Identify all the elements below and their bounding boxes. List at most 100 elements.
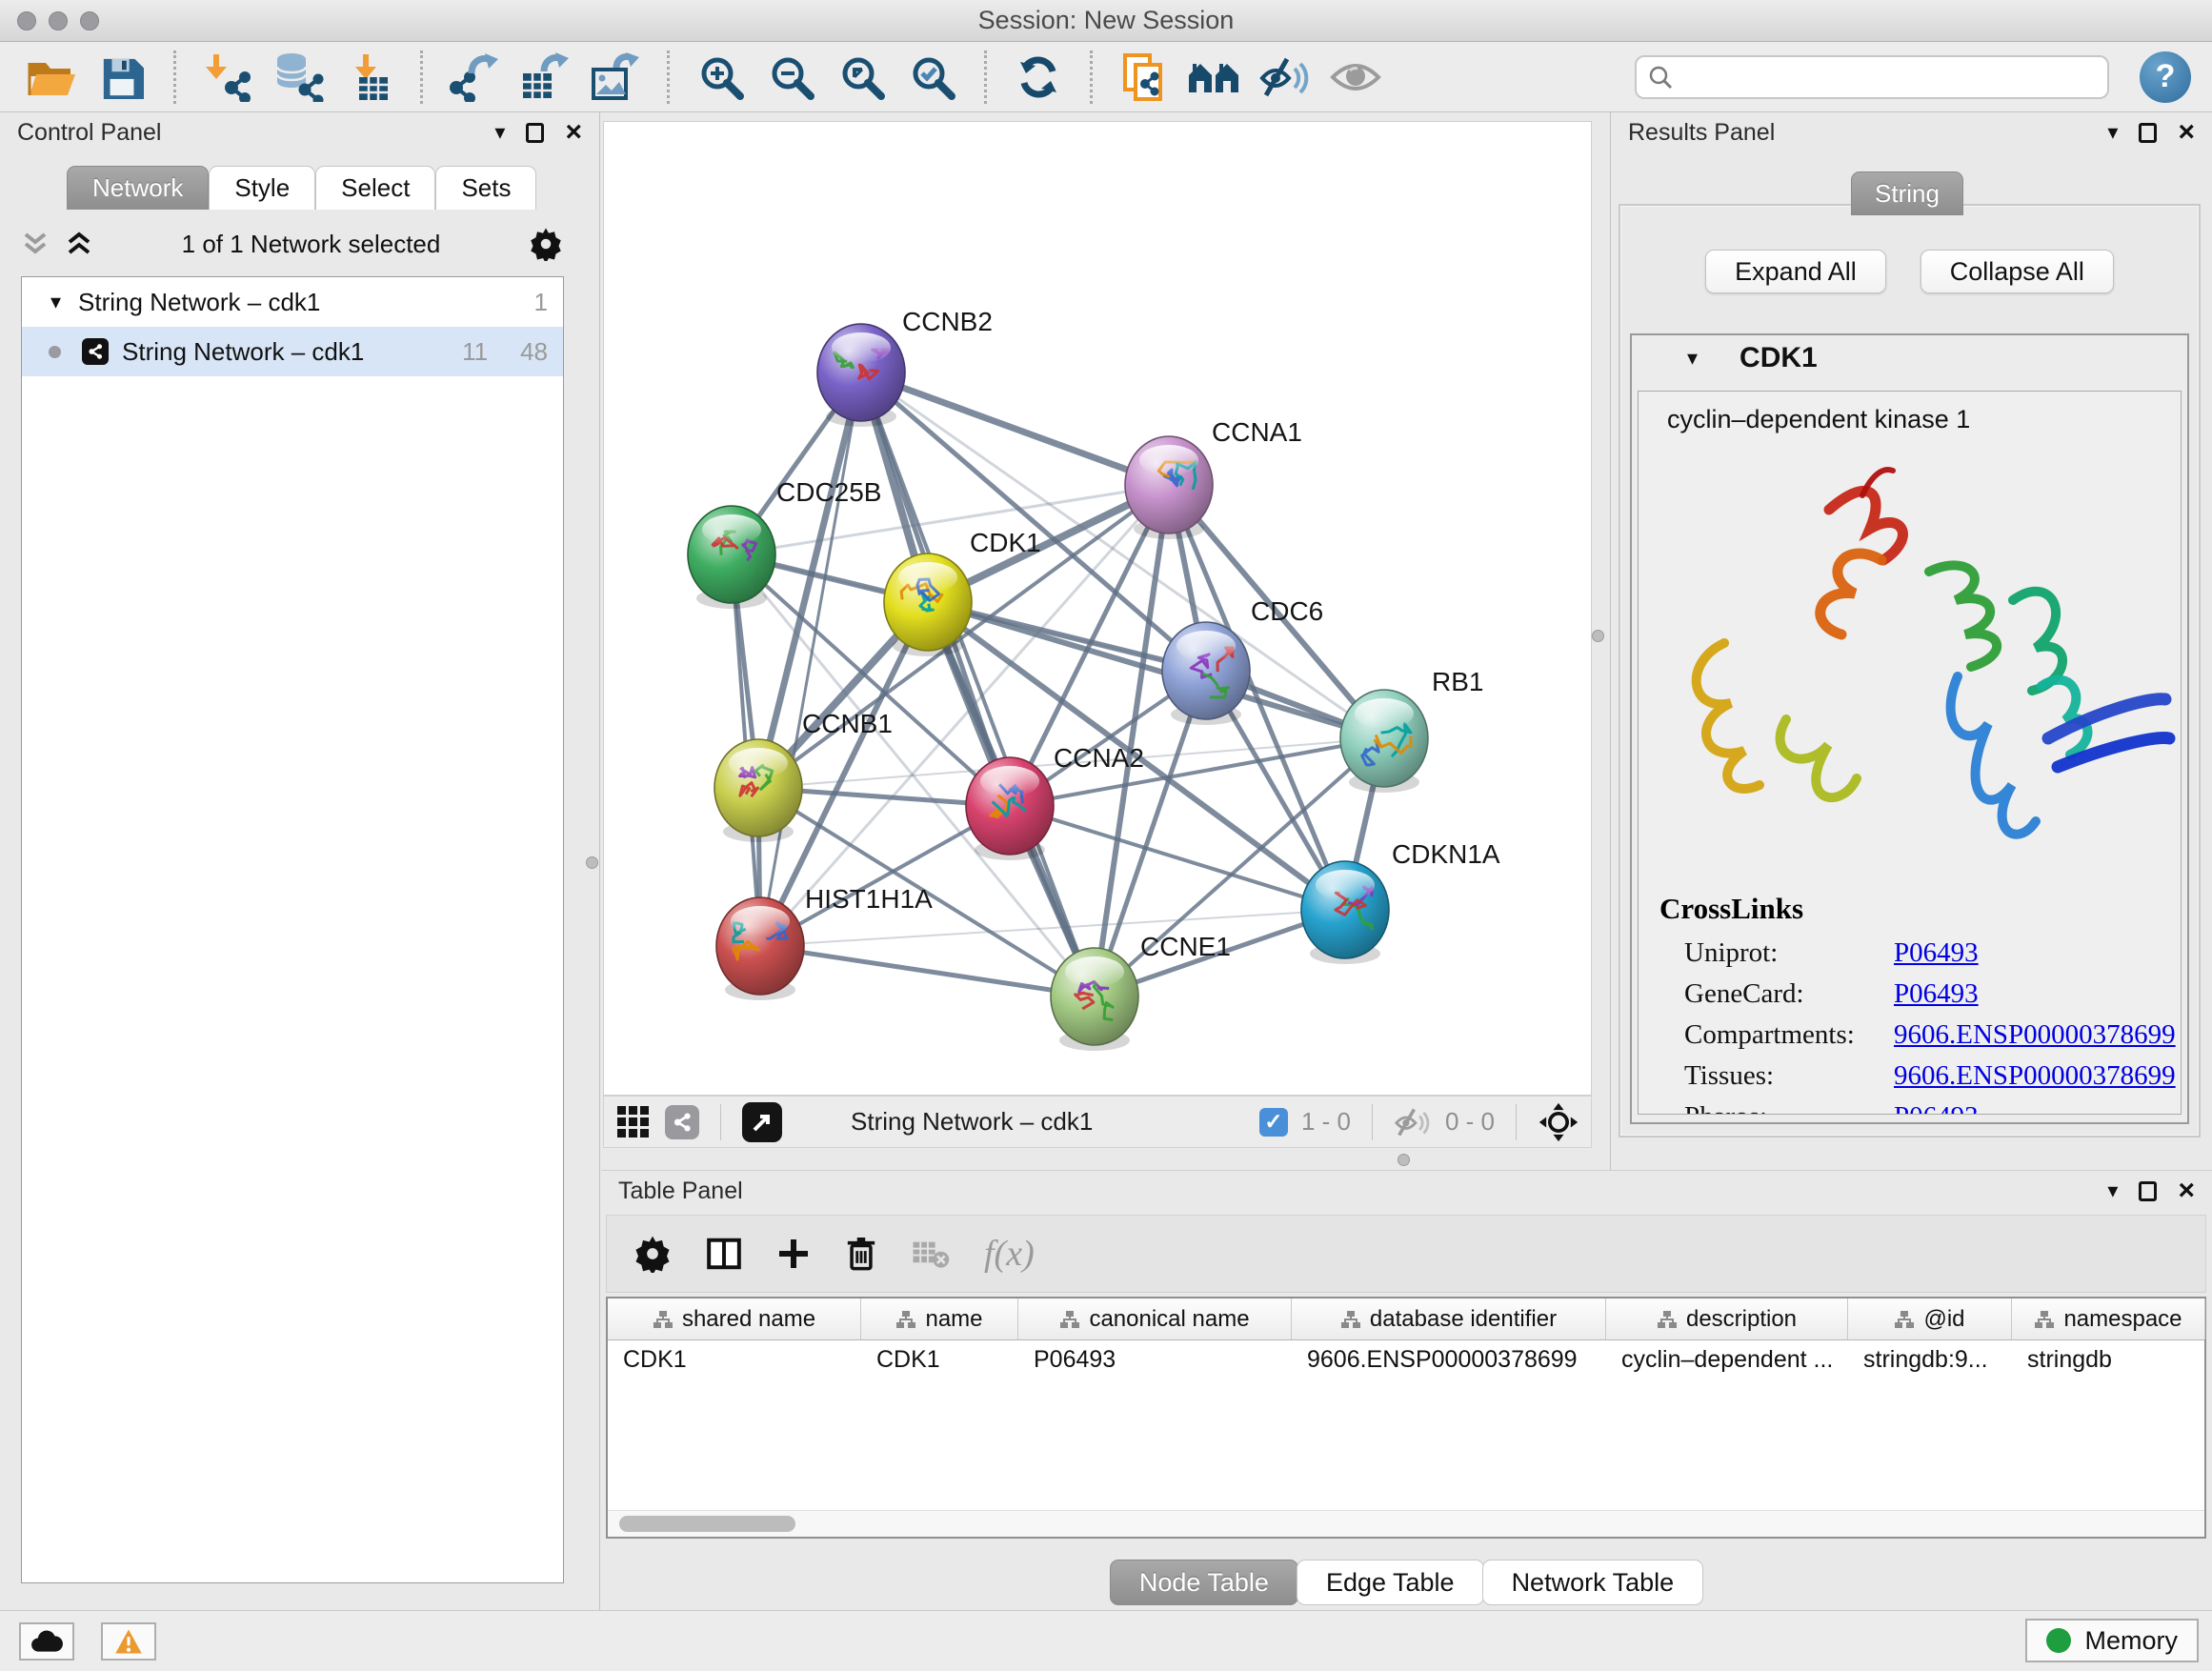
export-table-button[interactable] — [514, 49, 575, 106]
fit-content-crosshair-icon[interactable] — [1538, 1101, 1579, 1143]
birds-eye-home-button[interactable] — [1184, 49, 1245, 106]
save-session-button[interactable] — [91, 49, 152, 106]
column-header-@id[interactable]: @id — [1848, 1299, 2012, 1339]
warnings-button[interactable] — [101, 1622, 156, 1661]
tab-string[interactable]: String — [1851, 171, 1963, 215]
collapse-all-button[interactable]: Collapse All — [1920, 250, 2114, 293]
zoom-out-button[interactable] — [761, 49, 822, 106]
table-cell[interactable]: CDK1 — [861, 1340, 1018, 1380]
export-network-button[interactable] — [444, 49, 505, 106]
bottom-splitter-handle[interactable] — [1398, 1154, 1410, 1166]
column-header-shared-name[interactable]: shared name — [608, 1299, 861, 1339]
hidden-items-icon[interactable] — [1394, 1106, 1432, 1138]
column-header-description[interactable]: description — [1606, 1299, 1848, 1339]
network-graph[interactable]: CCNB2CCNA1CDC25BCDK1CDC6RB1CCNB1CCNA2CDK… — [604, 122, 1591, 1095]
network-row-selected[interactable]: String Network – cdk1 11 48 — [22, 327, 563, 376]
uniprot-link[interactable]: P06493 — [1894, 937, 1979, 969]
tab-network-table[interactable]: Network Table — [1482, 1560, 1704, 1605]
import-network-from-database-button[interactable] — [268, 49, 329, 106]
table-cell[interactable]: CDK1 — [608, 1340, 861, 1380]
search-input[interactable] — [1682, 63, 2096, 91]
node-result-header[interactable]: ▾ CDK1 — [1632, 335, 2187, 381]
table-cell[interactable]: stringdb:9... — [1848, 1340, 2012, 1380]
network-canvas[interactable]: CCNB2CCNA1CDC25BCDK1CDC6RB1CCNB1CCNA2CDK… — [603, 121, 1592, 1096]
scrollbar-thumb[interactable] — [619, 1516, 795, 1532]
table-cell[interactable]: cyclin–dependent ... — [1606, 1340, 1848, 1380]
export-image-button[interactable] — [585, 49, 646, 106]
zoom-in-button[interactable] — [691, 49, 752, 106]
detach-view-button[interactable] — [742, 1102, 782, 1142]
table-panel-menu-button[interactable]: ▾ — [2107, 1180, 2118, 1201]
import-network-button[interactable] — [197, 49, 258, 106]
memory-button[interactable]: Memory — [2025, 1619, 2199, 1662]
global-search[interactable] — [1635, 55, 2109, 99]
network-options-gear-icon[interactable] — [529, 227, 563, 261]
collapse-all-icon[interactable] — [21, 230, 50, 258]
tab-network[interactable]: Network — [67, 166, 209, 210]
right-splitter-handle[interactable] — [1592, 630, 1604, 642]
hide-graphics-details-button[interactable] — [1255, 49, 1316, 106]
close-window-button[interactable] — [17, 11, 36, 30]
results-panel-menu-button[interactable]: ▾ — [2107, 122, 2118, 143]
show-columns-icon[interactable] — [706, 1235, 742, 1273]
protein-node-RB1[interactable]: RB1 — [1340, 667, 1483, 793]
left-splitter-handle[interactable] — [586, 856, 598, 869]
help-button[interactable]: ? — [2140, 51, 2191, 103]
table-panel: Table Panel ▾ × f(x) — [601, 1170, 2212, 1610]
zoom-window-button[interactable] — [80, 11, 99, 30]
compartments-link[interactable]: 9606.ENSP00000378699 — [1894, 1019, 2176, 1051]
protein-node-CDKN1A[interactable]: CDKN1A — [1301, 839, 1500, 964]
zoom-fit-button[interactable] — [832, 49, 893, 106]
selected-nodes-checkbox[interactable]: ✓ — [1259, 1108, 1288, 1137]
results-panel-close-button[interactable]: × — [2178, 118, 2195, 147]
tab-edge-table[interactable]: Edge Table — [1297, 1560, 1484, 1605]
delete-column-trash-icon[interactable] — [845, 1235, 877, 1273]
import-table-button[interactable] — [338, 49, 399, 106]
column-header-database-identifier[interactable]: database identifier — [1292, 1299, 1606, 1339]
table-options-gear-icon[interactable] — [633, 1235, 672, 1273]
network-view-type-icon[interactable] — [665, 1105, 699, 1139]
column-header-canonical-name[interactable]: canonical name — [1018, 1299, 1292, 1339]
table-row[interactable]: CDK1CDK1P064939606.ENSP00000378699cyclin… — [608, 1340, 2204, 1380]
collection-collapse-icon[interactable]: ▾ — [50, 292, 61, 312]
minimize-window-button[interactable] — [49, 11, 68, 30]
control-panel-close-button[interactable]: × — [565, 118, 582, 147]
add-column-icon[interactable] — [776, 1237, 811, 1271]
tab-sets[interactable]: Sets — [435, 166, 536, 210]
control-panel-menu-button[interactable]: ▾ — [494, 122, 505, 143]
zoom-selected-button[interactable] — [902, 49, 963, 106]
genecard-link[interactable]: P06493 — [1894, 978, 1979, 1010]
column-header-namespace[interactable]: namespace — [2012, 1299, 2205, 1339]
table-cell[interactable]: P06493 — [1018, 1340, 1292, 1380]
table-horizontal-scrollbar[interactable] — [608, 1510, 2204, 1537]
table-cell[interactable]: 9606.ENSP00000378699 — [1292, 1340, 1606, 1380]
function-builder-button[interactable]: f(x) — [984, 1233, 1035, 1275]
clone-network-button[interactable] — [1114, 49, 1175, 106]
pharos-link[interactable]: P06493 — [1894, 1101, 1979, 1115]
tab-node-table[interactable]: Node Table — [1110, 1560, 1298, 1605]
apply-layout-button[interactable] — [1008, 49, 1069, 106]
control-panel-float-button[interactable] — [526, 123, 544, 143]
expand-all-button[interactable]: Expand All — [1705, 250, 1886, 293]
table-panel-close-button[interactable]: × — [2178, 1177, 2195, 1205]
protein-node-CCNA1[interactable]: CCNA1 — [1125, 417, 1302, 539]
cloud-services-button[interactable] — [19, 1622, 74, 1661]
protein-node-CDC25B[interactable]: CDC25B — [688, 477, 881, 609]
column-type-icon — [1059, 1310, 1080, 1329]
open-session-button[interactable] — [21, 49, 82, 106]
tab-style[interactable]: Style — [209, 166, 315, 210]
table-cell[interactable]: stringdb — [2012, 1340, 2205, 1380]
show-graphics-details-button[interactable] — [1325, 49, 1386, 106]
tab-select[interactable]: Select — [315, 166, 435, 210]
delete-table-icon[interactable] — [912, 1237, 950, 1271]
table-panel-float-button[interactable] — [2139, 1181, 2157, 1201]
node-result-collapse-icon[interactable]: ▾ — [1687, 348, 1698, 369]
toolbar-separator — [420, 50, 423, 104]
expand-all-icon[interactable] — [65, 230, 93, 258]
tissues-link[interactable]: 9606.ENSP00000378699 — [1894, 1060, 2176, 1092]
network-collection-row[interactable]: ▾ String Network – cdk1 1 — [22, 277, 563, 327]
column-header-name[interactable]: name — [861, 1299, 1018, 1339]
results-panel-float-button[interactable] — [2139, 123, 2157, 143]
grid-view-icon[interactable] — [615, 1104, 652, 1140]
protein-node-CCNB1[interactable]: CCNB1 — [714, 709, 893, 842]
